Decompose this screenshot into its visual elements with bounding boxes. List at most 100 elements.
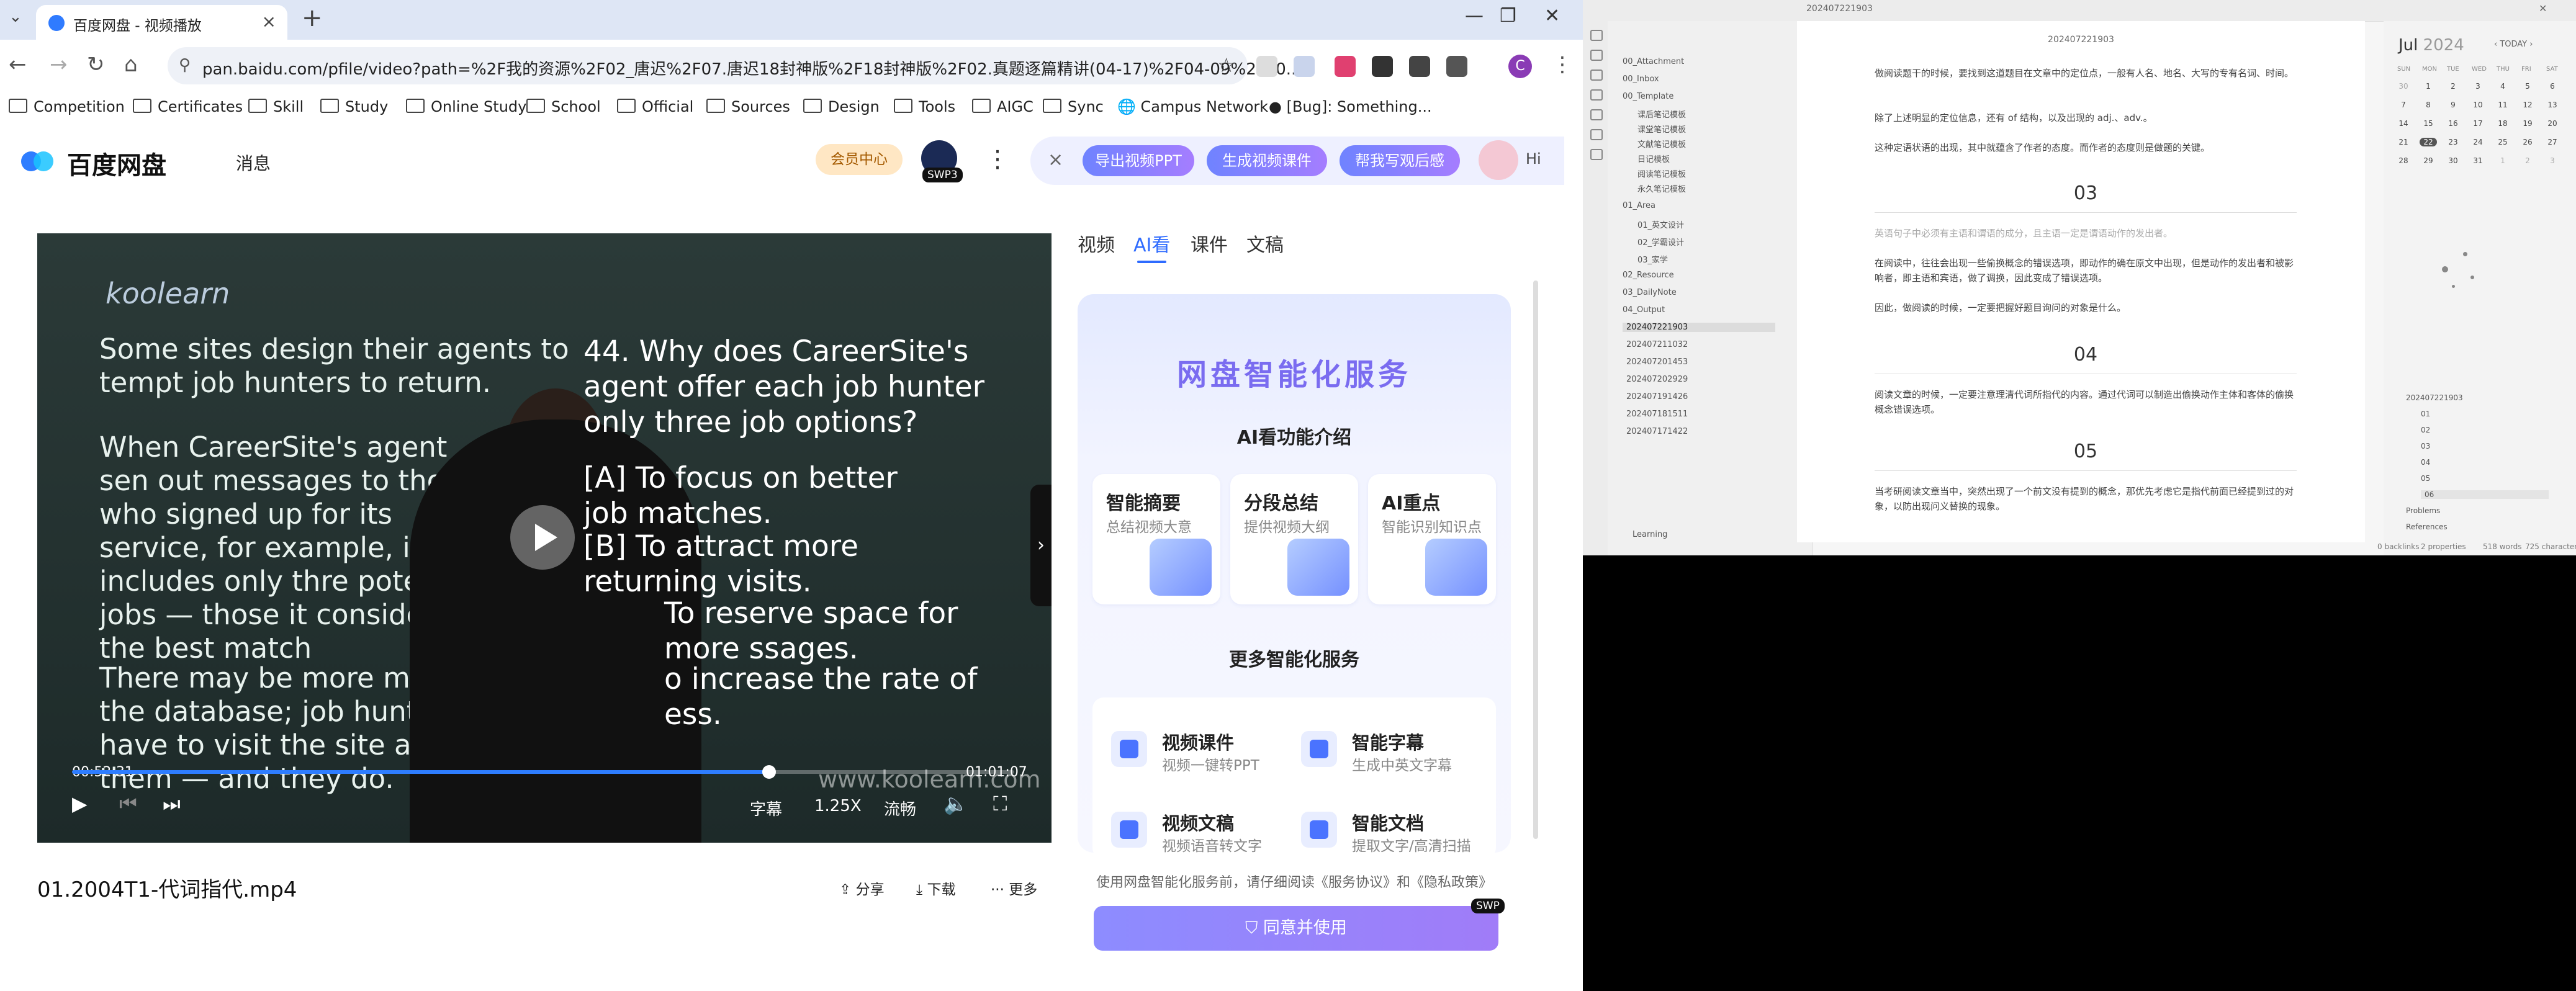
bookmark-folder[interactable]: Skill [248,98,304,115]
tree-file[interactable]: 课后笔记模板 [1637,108,1686,120]
calendar-day[interactable]: 1 [2494,156,2511,165]
site-info-icon[interactable]: ⚲ [179,56,191,74]
calendar-day[interactable]: 3 [2469,82,2487,91]
fullscreen-icon[interactable]: ⛶ [993,792,1007,816]
daily-note-icon[interactable] [1590,109,1603,120]
extensions-puzzle-icon[interactable] [1446,56,1467,77]
graph-icon[interactable] [1590,70,1603,81]
back-icon[interactable]: ← [9,52,27,77]
calendar-day[interactable]: 18 [2494,119,2511,128]
tree-folder[interactable]: 00_Attachment [1623,57,1684,66]
outline-item[interactable]: 02 [2421,426,2430,434]
messages-link[interactable]: 消息 [236,150,271,175]
tab-transcript[interactable]: 文稿 [1246,230,1284,257]
tab-courseware[interactable]: 课件 [1191,230,1228,257]
calendar-day[interactable]: 4 [2494,82,2511,91]
tree-file[interactable]: 文献笔记模板 [1637,138,1686,150]
tree-file[interactable]: 20240719​1426 [1626,392,1688,401]
outline-item[interactable]: 04 [2421,458,2430,467]
more-button[interactable]: ··· 更多 [991,877,1037,899]
tab-close-icon[interactable]: × [262,11,276,32]
progress-bar[interactable] [72,765,1014,779]
calendar-day[interactable]: 16 [2444,119,2462,128]
properties-count[interactable]: 2 properties [2421,542,2466,551]
calendar-day[interactable]: 17 [2469,119,2487,128]
calendar-day[interactable]: 9 [2444,101,2462,109]
calendar-day[interactable]: 1 [2420,82,2437,91]
calendar-day[interactable]: 6 [2544,82,2561,91]
outline-item[interactable]: Problems [2406,506,2440,515]
feature-segment[interactable]: 分段总结 提供视频大纲 [1230,474,1358,604]
tab-search-icon[interactable]: ⌄ [9,7,22,26]
bookmark-folder[interactable]: Tools [894,98,955,115]
volume-icon[interactable]: 🔈 [943,792,968,815]
vault-name[interactable]: Learning [1633,530,1667,539]
bookmark-link[interactable]: 🌐 Campus Network [1117,98,1268,115]
url-field[interactable]: ⚲ pan.baidu.com/pfile/video?path=%2F我的资源… [168,47,1302,84]
bookmark-link[interactable]: ● [Bug]: Something... [1269,98,1432,115]
calendar-day[interactable]: 25 [2494,138,2511,146]
calendar-day[interactable]: 21 [2395,138,2412,146]
profile-avatar[interactable]: C [1508,55,1532,78]
share-button[interactable]: ⇪ 分享 [839,877,885,899]
calendar-day[interactable]: 28 [2395,156,2412,165]
bookmark-folder[interactable]: Certificates [133,98,243,115]
tab-active[interactable]: 百度网盘 - 视频播放 × [36,5,287,40]
calendar-day[interactable]: 3 [2544,156,2561,165]
forward-icon[interactable]: → [50,52,68,77]
play-overlay-button[interactable] [510,505,575,570]
tree-folder[interactable]: 01_英文设计 [1637,218,1684,230]
play-icon[interactable]: ▶ [72,792,88,815]
speed-button[interactable]: 1.25X [814,797,862,815]
video-player[interactable]: koolearn Some sites design their agents … [37,233,1052,843]
note-tab[interactable]: 20240722​1903 [1806,4,1873,14]
reader-mode-icon[interactable] [1256,56,1277,77]
calendar-day[interactable]: 30 [2395,82,2412,91]
bookmark-folder[interactable]: Online Study [406,98,526,115]
bookmark-folder[interactable]: Competition [9,98,125,115]
previous-icon[interactable]: ⏮ [119,792,137,816]
outline-item[interactable]: 03 [2421,442,2430,451]
write-review-button[interactable]: 帮我写观后感 [1340,145,1460,176]
calendar-day[interactable]: 23 [2444,138,2462,146]
restore-icon[interactable]: ❐ [1500,5,1516,27]
outline-item[interactable]: References [2406,522,2448,531]
calendar-day[interactable]: 13 [2544,101,2561,109]
calendar-day[interactable]: 12 [2519,101,2536,109]
outline-item[interactable]: 06 [2421,490,2549,499]
chrome-menu-icon[interactable]: ⋮ [1552,52,1573,77]
calendar-day[interactable]: 26 [2519,138,2536,146]
tree-file[interactable]: 20240721​1032 [1626,340,1688,349]
agree-button[interactable]: ⛉ 同意并使用 [1094,906,1498,951]
calendar-today-button[interactable]: ‹ TODAY › [2494,40,2533,49]
tab-ai[interactable]: AI看 [1133,230,1170,263]
tree-folder[interactable]: 00_Inbox [1623,74,1659,84]
calendar-day[interactable]: 15 [2420,119,2437,128]
close-window-icon[interactable]: ✕ [2539,2,2547,14]
calendar-day[interactable]: 31 [2469,156,2487,165]
calendar-day[interactable]: 2 [2519,156,2536,165]
calendar-day[interactable]: 14 [2395,119,2412,128]
outline-item[interactable]: 05 [2421,474,2430,483]
generate-courseware-button[interactable]: 生成视频课件 [1207,145,1327,176]
reload-icon[interactable]: ↻ [87,52,105,77]
home-icon[interactable]: ⌂ [124,52,138,77]
outline-item[interactable]: 01 [2421,410,2430,418]
canvas-icon[interactable] [1590,89,1603,101]
tree-file[interactable]: 日记模板 [1637,153,1670,164]
tree-folder[interactable]: 01_Area [1623,201,1655,210]
calendar-day[interactable]: 11 [2494,101,2511,109]
calendar-day[interactable]: 29 [2420,156,2437,165]
calendar-day[interactable]: 10 [2469,101,2487,109]
template-icon[interactable] [1590,129,1603,140]
tree-folder[interactable]: 03_家学 [1637,253,1668,265]
bookmark-folder[interactable]: Sources [706,98,790,115]
outline-item[interactable]: 20240722​1903 [2406,393,2463,402]
next-icon[interactable]: ⏭ [163,792,181,816]
calendar-day[interactable]: 7 [2395,101,2412,109]
banner-close-icon[interactable]: × [1048,149,1063,171]
tree-file[interactable]: 永久笔记模板 [1637,182,1686,194]
panel-scrollbar[interactable] [1533,280,1538,839]
tree-file[interactable]: 20240718​1511 [1626,410,1688,419]
bookmark-folder[interactable]: Official [617,98,693,115]
